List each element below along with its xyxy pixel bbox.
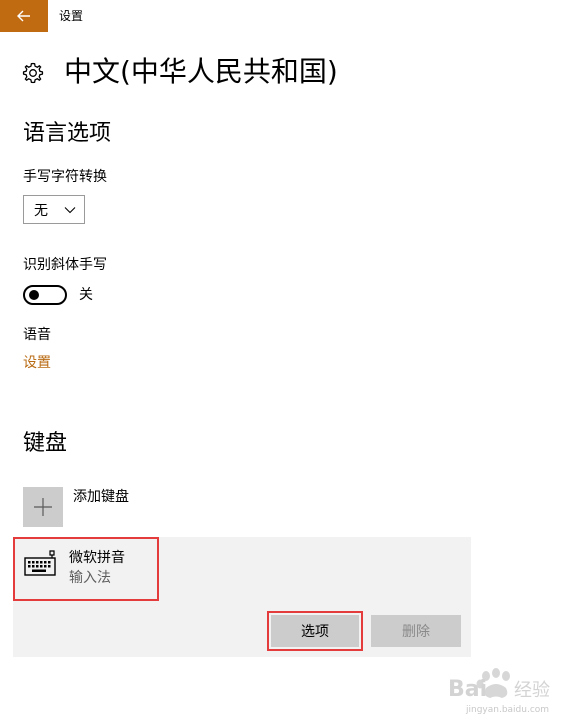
speech-label: 语音	[23, 327, 51, 343]
app-title: 设置	[59, 9, 84, 23]
italic-handwriting-toggle[interactable]	[23, 285, 67, 305]
back-button[interactable]	[0, 0, 48, 32]
handwriting-conversion-dropdown[interactable]: 无	[23, 195, 85, 224]
section-title-keyboard: 键盘	[23, 431, 68, 456]
svg-text:Bai: Bai	[448, 677, 487, 702]
keyboard-item-highlight-box	[13, 537, 159, 601]
section-title-language-options: 语言选项	[23, 121, 112, 146]
baidu-jingyan-watermark: Bai 经验 jingyan.baidu.com	[448, 668, 550, 715]
speech-settings-link[interactable]: 设置	[23, 353, 51, 373]
plus-icon	[34, 498, 52, 516]
delete-button[interactable]: 删除	[371, 615, 461, 647]
page-title: 中文(中华人民共和国)	[64, 55, 338, 88]
svg-text:经验: 经验	[514, 680, 550, 701]
chevron-down-icon	[64, 207, 76, 214]
gear-icon	[22, 62, 44, 84]
add-keyboard-button[interactable]	[23, 487, 63, 527]
toggle-knob	[29, 290, 39, 300]
toggle-state-label: 关	[79, 287, 93, 303]
options-button-highlight-box	[267, 611, 363, 651]
watermark-url: jingyan.baidu.com	[465, 705, 549, 715]
add-keyboard-label[interactable]: 添加键盘	[73, 487, 129, 507]
back-arrow-icon	[17, 10, 30, 22]
dropdown-selected-value: 无	[34, 202, 48, 219]
italic-handwriting-label: 识别斜体手写	[23, 257, 107, 273]
handwriting-conversion-label: 手写字符转换	[23, 169, 107, 185]
